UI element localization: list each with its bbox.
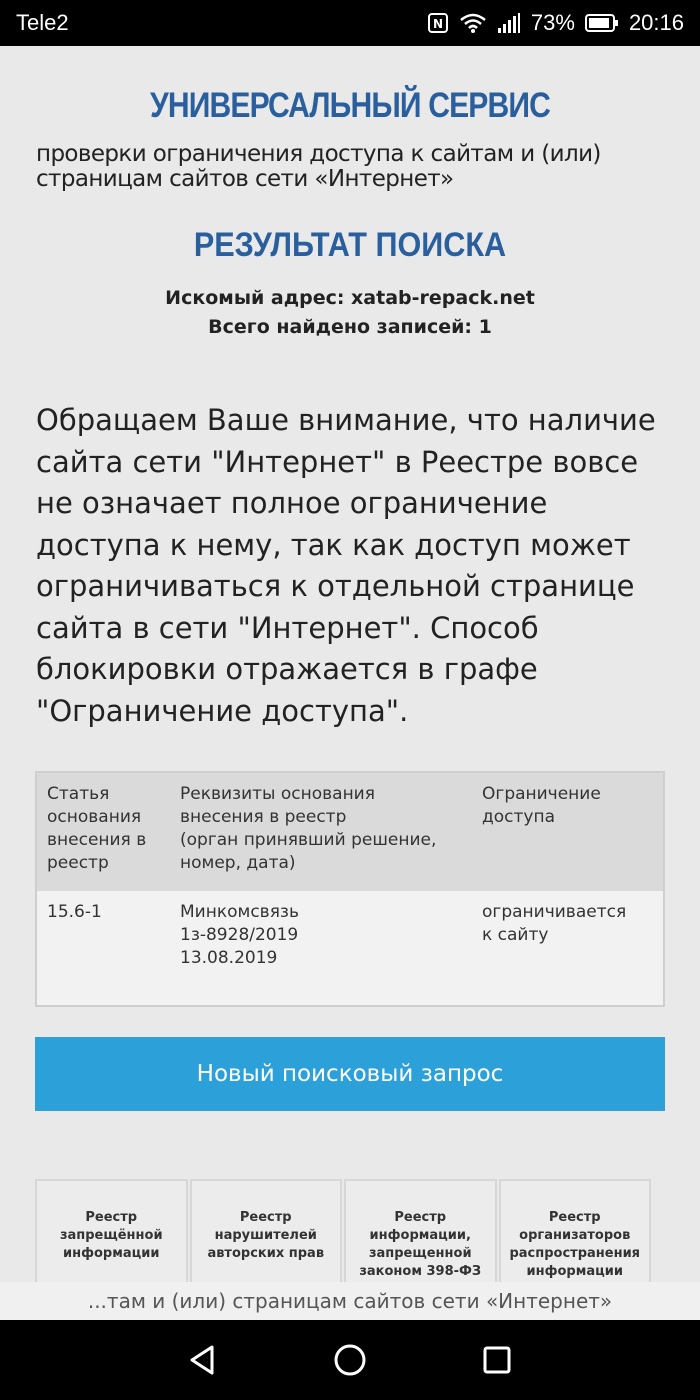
android-nav-bar [0, 1320, 700, 1400]
registry-label: законом 398-ФЗ [359, 1264, 482, 1279]
article-link[interactable]: 15.6-1 [47, 901, 180, 924]
registry-label: организаторов [519, 1228, 631, 1243]
header-article: Статья основания внесения в реестр [37, 783, 180, 891]
cell-text: 13.08.2019 [180, 948, 278, 968]
service-subtitle: проверки ограничения доступа к сайтам и … [36, 142, 656, 192]
new-search-button[interactable]: Новый поисковый запрос [35, 1037, 665, 1111]
home-icon[interactable] [320, 1330, 380, 1390]
cell-text: 1з-8928/2019 [180, 925, 299, 945]
wifi-icon [459, 12, 487, 34]
registry-label: информации [63, 1246, 160, 1261]
cell-details: Минкомсвязь 1з-8928/2019 13.08.2019 [180, 901, 482, 970]
result-title: РЕЗУЛЬТАТ ПОИСКА [193, 226, 507, 264]
cell-text: ограничивается [482, 902, 627, 922]
nfc-icon: N [427, 12, 449, 34]
header-text: внесения в [47, 830, 147, 850]
header-text: Реквизиты основания [180, 784, 375, 804]
header-text: реестр [47, 853, 109, 873]
registry-label: нарушителей [214, 1228, 317, 1243]
registry-label: информации [526, 1264, 623, 1279]
registry-label: Реестр [548, 1210, 601, 1225]
registry-398-fz[interactable]: Реестр информации, запрещенной законом 3… [344, 1179, 497, 1282]
registry-label: информации, [369, 1228, 471, 1243]
battery-icon [584, 13, 619, 33]
svg-text:N: N [433, 17, 443, 31]
header-text: Статья [47, 784, 110, 804]
table-row: 15.6-1 Минкомсвязь 1з-8928/2019 13.08.20… [37, 891, 663, 970]
carrier-name: Tele2 [16, 10, 69, 35]
search-info: Искомый адрес: xatab-repack.net Всего на… [0, 284, 700, 342]
header-details: Реквизиты основания внесения в реестр (о… [180, 783, 482, 891]
bottom-banner: ...там и (или) страницам сайтов сети «Ин… [0, 1282, 700, 1320]
cell-text: к сайту [482, 925, 549, 945]
header-text: доступа [482, 807, 555, 827]
cell-text: Минкомсвязь [180, 902, 299, 922]
result-table: Статья основания внесения в реестр Рекви… [35, 771, 665, 1007]
registry-label: распространения [509, 1246, 641, 1261]
registry-info-distributors[interactable]: Реестр организаторов распространения инф… [498, 1179, 651, 1282]
registry-label: авторских прав [207, 1246, 325, 1261]
back-icon[interactable] [173, 1330, 233, 1390]
header-text: основания [47, 807, 142, 827]
total-found: Всего найдено записей: 1 [208, 316, 492, 338]
searched-address: Искомый адрес: xatab-repack.net [165, 287, 535, 309]
header-restriction: Ограничение доступа [482, 783, 662, 891]
header-text: (орган принявший решение, [180, 830, 437, 850]
recents-icon[interactable] [467, 1330, 527, 1390]
page-content: УНИВЕРСАЛЬНЫЙ СЕРВИС проверки ограничени… [0, 46, 700, 1282]
registry-copyright-violators[interactable]: Реестр нарушителей авторских прав [189, 1179, 342, 1282]
subtitle-line: проверки ограничения доступа к сайтам и … [36, 141, 601, 167]
cell-restriction: ограничивается к сайту [482, 901, 662, 970]
registry-label: запрещённой [59, 1228, 163, 1243]
signal-icon [497, 12, 521, 34]
header-text: Ограничение [482, 784, 601, 804]
battery-percent: 73% [530, 10, 575, 35]
registry-label: запрещенной [368, 1246, 472, 1261]
registry-label: Реестр [239, 1210, 292, 1225]
notice-text: Обращаем Ваше внимание, что наличие сайт… [36, 403, 656, 728]
registry-prohibited-info[interactable]: Реестр запрещённой информации [35, 1179, 188, 1282]
header-text: внесения в реестр [180, 807, 347, 827]
registry-label: Реестр [394, 1210, 447, 1225]
header-text: номер, дата) [180, 853, 296, 873]
service-title: УНИВЕРСАЛЬНЫЙ СЕРВИС [149, 86, 551, 125]
registry-links: Реестр запрещённой информации Реестр нар… [35, 1179, 651, 1282]
clock: 20:16 [628, 10, 684, 35]
cell-article: 15.6-1 [37, 901, 180, 970]
table-header: Статья основания внесения в реестр Рекви… [37, 773, 663, 891]
registry-label: Реестр [85, 1210, 138, 1225]
status-bar: Tele2 N 73% 20:16 [0, 0, 700, 46]
subtitle-line: страницам сайтов сети «Интернет» [36, 166, 454, 192]
